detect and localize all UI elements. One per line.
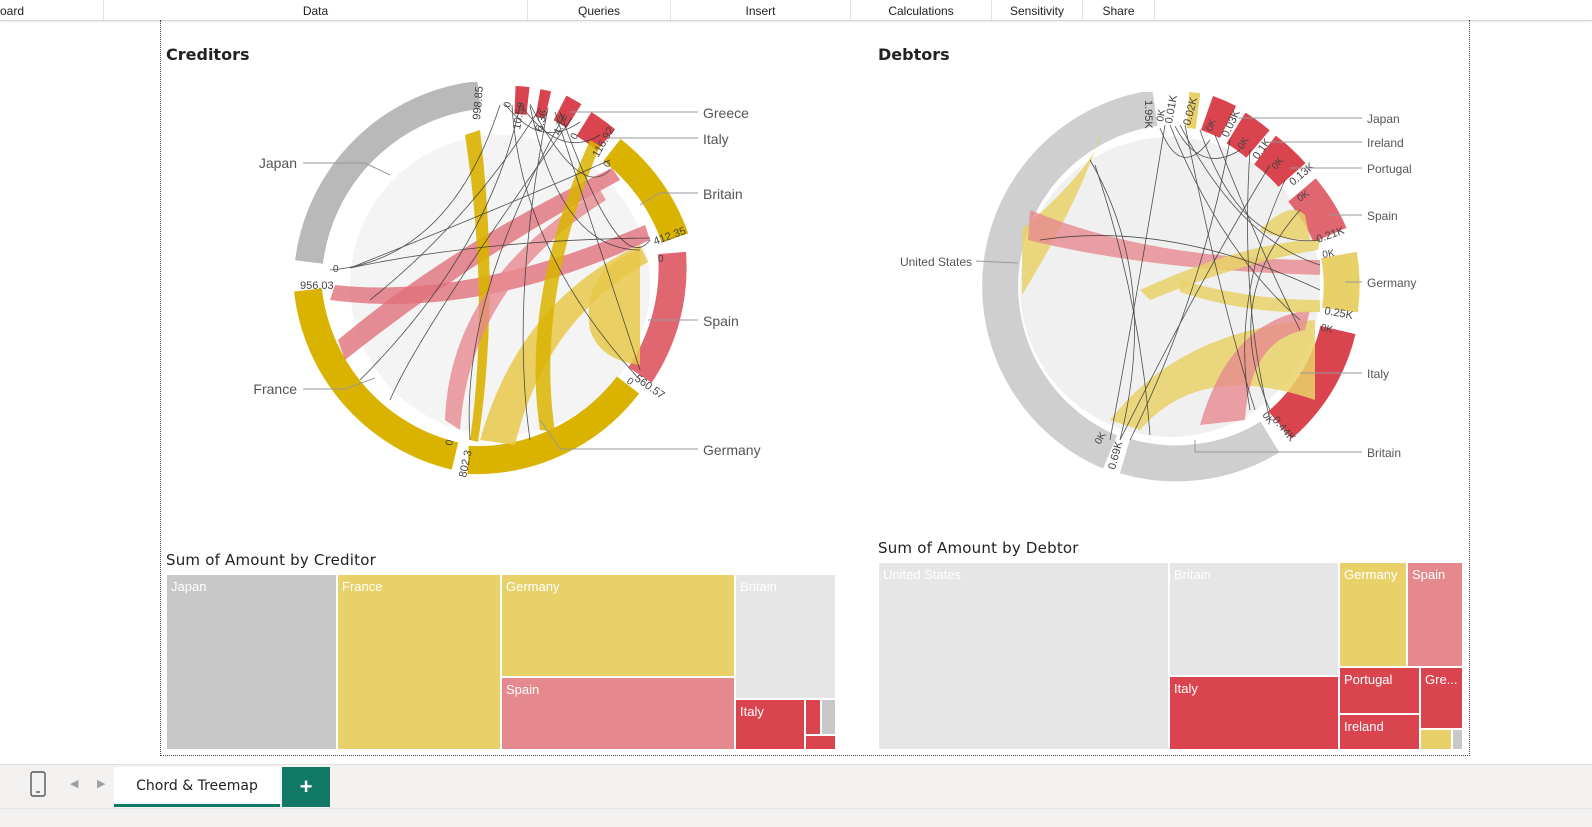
treemap-cell-small-gray[interactable]: [1452, 729, 1463, 750]
ribbon-tab-calculations[interactable]: Calculations: [851, 0, 992, 20]
treemap-cell-italy[interactable]: Italy: [735, 699, 805, 750]
chevron-right-icon[interactable]: ▶: [97, 777, 105, 790]
creditor-arc-small[interactable]: [514, 86, 530, 115]
creditor-tick: 0: [333, 264, 339, 275]
treemap-cell-britain[interactable]: Britain: [1169, 562, 1339, 676]
debtor-label-britain: Britain: [1367, 446, 1401, 460]
treemap-cell-ireland[interactable]: Ireland: [1339, 714, 1420, 750]
page-tab-chord-treemap[interactable]: Chord & Treemap: [114, 767, 280, 807]
creditor-label-britain: Britain: [703, 186, 743, 202]
mobile-layout-icon[interactable]: [28, 771, 48, 797]
creditor-label-greece: Greece: [703, 105, 749, 121]
treemap-cell-small-yellow[interactable]: [1420, 729, 1452, 750]
treemap-cell-germany[interactable]: Germany: [1339, 562, 1407, 667]
debtor-label-japan: Japan: [1367, 112, 1400, 126]
debtor-label-germany: Germany: [1367, 276, 1416, 290]
treemap-cell-portugal[interactable]: Portugal: [1339, 667, 1420, 714]
treemap-cell-italy[interactable]: Italy: [1169, 676, 1339, 750]
debtors-title: Debtors: [878, 45, 950, 64]
status-strip: [0, 808, 1592, 827]
chevron-left-icon[interactable]: ◀: [70, 777, 78, 790]
creditor-tick: 802.3: [457, 449, 474, 478]
debtors-chord[interactable]: 1.95K 0K 0.01K 0.02K 0K 0.03K 0K 0.1K 0K…: [890, 92, 1430, 482]
ribbon-tab-dashboard[interactable]: oard: [0, 0, 104, 20]
debtor-label-spain: Spain: [1367, 209, 1398, 223]
creditor-treemap-title: Sum of Amount by Creditor: [166, 551, 376, 569]
debtor-label-united-states: United States: [900, 255, 972, 269]
debtor-treemap-title: Sum of Amount by Debtor: [878, 539, 1079, 557]
page-bar: ◀ ▶ Chord & Treemap +: [0, 764, 1592, 827]
creditor-label-spain: Spain: [703, 313, 739, 329]
creditors-title: Creditors: [166, 45, 250, 64]
treemap-cell-britain[interactable]: Britain: [735, 574, 836, 699]
creditor-tick: 6.36: [533, 109, 550, 133]
ribbon-tab-queries[interactable]: Queries: [528, 0, 671, 20]
debtor-tick: 0K: [1322, 248, 1336, 261]
ribbon-tab-data[interactable]: Data: [104, 0, 528, 20]
creditor-arc-small-2[interactable]: [535, 89, 552, 119]
creditor-tick: 0: [658, 254, 664, 265]
debtor-arc-britain[interactable]: [1119, 421, 1280, 482]
treemap-cell-spain[interactable]: Spain: [501, 677, 735, 750]
treemap-cell-spain[interactable]: Spain: [1407, 562, 1463, 667]
creditor-tick: 956.03: [300, 280, 334, 292]
treemap-cell-small-red[interactable]: [805, 699, 821, 735]
creditor-tick: 998.85: [471, 86, 486, 121]
debtor-tick: 0.01K: [1163, 93, 1180, 124]
ribbon-tab-insert[interactable]: Insert: [671, 0, 851, 20]
treemap-cell-small-red-2[interactable]: [805, 735, 836, 750]
ribbon-tab-share[interactable]: Share: [1083, 0, 1155, 20]
treemap-cell-japan[interactable]: Japan: [166, 574, 337, 750]
creditor-label-france: France: [253, 381, 297, 397]
debtor-arc-germany[interactable]: [1321, 251, 1360, 313]
debtor-label-ireland: Ireland: [1367, 136, 1404, 150]
creditor-label-japan: Japan: [259, 155, 297, 171]
treemap-cell-germany[interactable]: Germany: [501, 574, 735, 677]
creditor-label-germany: Germany: [703, 442, 761, 458]
debtor-label-italy: Italy: [1367, 367, 1389, 381]
creditor-tick: 0: [444, 439, 456, 447]
creditor-label-italy: Italy: [703, 131, 729, 147]
creditor-tick: 0: [502, 101, 514, 109]
debtor-treemap[interactable]: United States Britain Italy Germany Spai…: [878, 562, 1463, 750]
add-page-button[interactable]: +: [282, 767, 330, 807]
treemap-cell-france[interactable]: France: [337, 574, 501, 750]
debtor-tick: 1.95K: [1142, 100, 1154, 129]
ribbon-tab-sensitivity[interactable]: Sensitivity: [992, 0, 1083, 20]
treemap-cell-united-states[interactable]: United States: [878, 562, 1169, 750]
ribbon: oard Data Queries Insert Calculations Se…: [0, 0, 1592, 21]
debtor-label-portugal: Portugal: [1367, 162, 1412, 176]
creditors-chord[interactable]: 998.85 0 10.59 6.36 4.72 0 116.92 0 412.…: [240, 82, 780, 492]
treemap-cell-small-gray[interactable]: [821, 699, 836, 735]
creditor-treemap[interactable]: Japan France Germany Spain Britain Italy: [166, 574, 836, 750]
treemap-cell-greece[interactable]: Gre...: [1420, 667, 1463, 729]
creditor-tick: 10.59: [511, 101, 528, 130]
